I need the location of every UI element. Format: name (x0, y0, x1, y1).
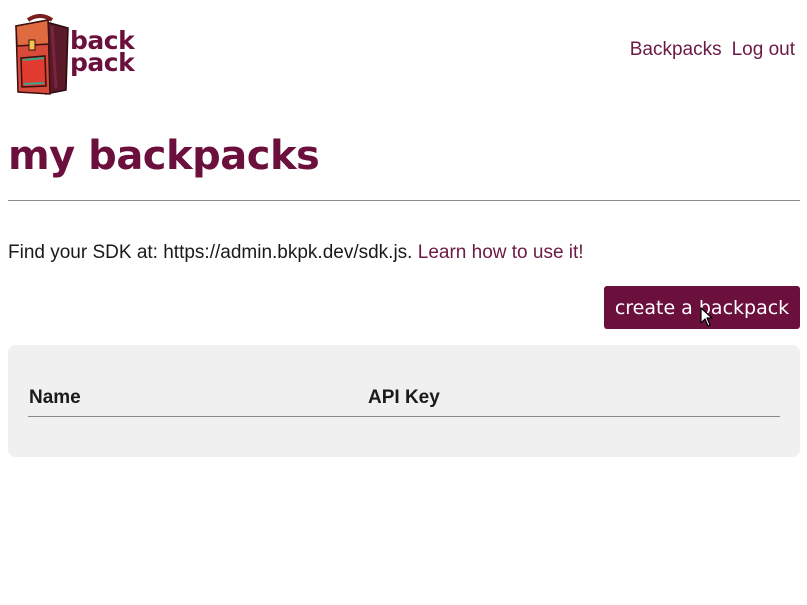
sdk-learn-link[interactable]: Learn how to use it! (418, 242, 584, 263)
column-header-api-key: API Key (368, 387, 440, 408)
backpack-icon (15, 14, 69, 95)
sdk-info: Find your SDK at: https://admin.bkpk.dev… (8, 241, 584, 265)
create-backpack-button[interactable]: create a backpack (604, 286, 800, 329)
sdk-info-text: Find your SDK at: https://admin.bkpk.dev… (8, 242, 413, 263)
table-header-row: Name API Key (28, 385, 780, 417)
logo[interactable]: back pack (12, 14, 136, 96)
backpacks-table-panel: Name API Key (8, 345, 800, 457)
title-divider (8, 200, 800, 201)
page: back pack Backpacks Log out my backpacks… (0, 0, 807, 605)
logo-wordmark: back pack (70, 28, 135, 77)
logo-line-2: pack (70, 48, 135, 77)
top-nav: Backpacks Log out (630, 39, 795, 61)
page-title: my backpacks (8, 133, 320, 179)
header: back pack Backpacks Log out (0, 0, 807, 100)
nav-logout-link[interactable]: Log out (732, 39, 795, 61)
nav-backpacks-link[interactable]: Backpacks (630, 39, 722, 61)
column-header-name: Name (29, 387, 81, 408)
